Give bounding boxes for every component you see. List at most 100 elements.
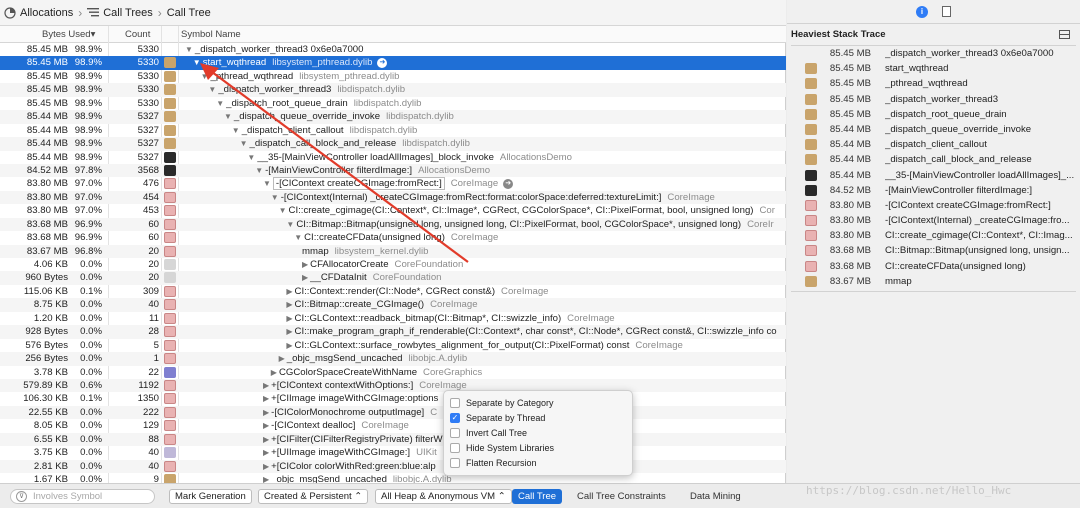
table-row[interactable]: 6.55 KB 0.0% 88 ▶ +[CIFilter(CIFilterRegistr… — [0, 432, 786, 447]
disclosure-collapsed-icon[interactable]: ▶ — [263, 421, 269, 430]
disclosure-expanded-icon[interactable]: ▼ — [263, 179, 271, 188]
table-row[interactable]: 576 Bytes 0.0% 5 ▶ CI::GLContext::surface_ro… — [0, 339, 786, 352]
disclosure-expanded-icon[interactable]: ▼ — [255, 166, 263, 175]
table-row[interactable]: 83.68 MB 96.9% 60 ▼ CI::createCFData(unsigne… — [0, 231, 786, 244]
stack-frame[interactable]: 83.67 MB mmap — [787, 274, 1080, 289]
disclosure-expanded-icon[interactable]: ▼ — [232, 126, 240, 135]
option-separate-by-thread[interactable]: ✓ Separate by Thread — [450, 410, 626, 425]
table-row[interactable]: 579.89 KB 0.6% 1192 ▶ +[CIContext contextWit… — [0, 378, 786, 393]
disclosure-expanded-icon[interactable]: ▼ — [224, 112, 232, 121]
lifespan-select[interactable]: Created & Persistent ⌃ — [258, 489, 369, 504]
table-row[interactable]: 3.78 KB 0.0% 22 ▶ CGColorSpaceCreateWithName… — [0, 366, 786, 379]
disclosure-expanded-icon[interactable]: ▼ — [271, 193, 279, 202]
allocation-type-select[interactable]: All Heap & Anonymous VM ⌃ — [375, 489, 512, 504]
split-view-icon[interactable] — [1059, 30, 1070, 39]
table-row[interactable]: 3.75 KB 0.0% 40 ▶ +[UIImage imageWithCGImage… — [0, 446, 786, 459]
tab-call-tree-constraints[interactable]: Call Tree Constraints — [571, 489, 672, 504]
disclosure-expanded-icon[interactable]: ▼ — [216, 99, 224, 108]
table-row[interactable]: 2.81 KB 0.0% 40 ▶ +[CIColor colorWithRed:gre… — [0, 459, 786, 473]
checkbox[interactable] — [450, 457, 460, 468]
disclosure-collapsed-icon[interactable]: ▶ — [263, 475, 269, 483]
disclosure-expanded-icon[interactable]: ▼ — [294, 233, 302, 242]
table-row[interactable]: 85.45 MB 98.9% 5330 ▼ _dispatch_root_queue_d… — [0, 97, 786, 110]
column-bytes-used[interactable]: Bytes Used▾ — [42, 29, 95, 40]
disclosure-collapsed-icon[interactable]: ▶ — [286, 314, 292, 323]
stack-frame[interactable]: 85.44 MB _dispatch_call_block_and_release — [787, 152, 1080, 167]
disclosure-collapsed-icon[interactable]: ▶ — [263, 435, 269, 444]
option-flatten-recursion[interactable]: Flatten Recursion — [450, 455, 626, 470]
table-row[interactable]: 83.80 MB 97.0% 453 ▼ CI::create_cgimage(CI::… — [0, 204, 786, 217]
disclosure-collapsed-icon[interactable]: ▶ — [286, 327, 292, 336]
table-row[interactable]: 85.45 MB 98.9% 5330 ▼ _dispatch_worker_threa… — [0, 43, 786, 56]
table-row[interactable]: 85.44 MB 98.9% 5327 ▼ _dispatch_client_callo… — [0, 124, 786, 137]
table-row[interactable]: 85.45 MB 98.9% 5330 ▼ _dispatch_worker_threa… — [0, 83, 786, 97]
stack-frame[interactable]: 83.68 MB CI::createCFData(unsigned long) — [787, 259, 1080, 274]
stack-frame[interactable]: 83.68 MB CI::Bitmap::Bitmap(unsigned long… — [787, 243, 1080, 258]
stack-frame[interactable]: 85.44 MB __35-[MainViewController loadAll… — [787, 168, 1080, 183]
disclosure-collapsed-icon[interactable]: ▶ — [271, 368, 277, 377]
table-row[interactable]: 85.44 MB 98.9% 5327 ▼ _dispatch_queue_overri… — [0, 110, 786, 124]
info-icon[interactable]: i — [916, 5, 928, 18]
stack-frame[interactable]: 85.45 MB _dispatch_worker_thread3 — [787, 92, 1080, 107]
table-row[interactable]: 85.44 MB 98.9% 5327 ▼ __35-[MainViewControll… — [0, 151, 786, 164]
table-row[interactable]: 960 Bytes 0.0% 20 ▶ __CFDataInit CoreFoundati… — [0, 271, 786, 285]
column-count[interactable]: Count — [125, 29, 150, 40]
disclosure-collapsed-icon[interactable]: ▶ — [263, 381, 269, 390]
stack-frame[interactable]: 85.45 MB start_wqthread — [787, 61, 1080, 76]
checkbox[interactable] — [450, 427, 460, 438]
jump-arrow-icon[interactable]: ➜ — [377, 57, 388, 68]
disclosure-collapsed-icon[interactable]: ▶ — [286, 287, 292, 296]
checkbox[interactable] — [450, 442, 460, 453]
table-row[interactable]: 83.80 MB 97.0% 476 ▼ -[CIContext createCGIma… — [0, 177, 786, 191]
stack-frame-root[interactable]: 85.45 MB _dispatch_worker_thread3 0x6e0a… — [787, 46, 1080, 61]
disclosure-collapsed-icon[interactable]: ▶ — [302, 260, 308, 269]
disclosure-collapsed-icon[interactable]: ▶ — [263, 448, 269, 457]
disclosure-collapsed-icon[interactable]: ▶ — [263, 408, 269, 417]
option-hide-system-libraries[interactable]: Hide System Libraries — [450, 440, 626, 455]
table-row[interactable]: 84.52 MB 97.8% 3568 ▼ -[MainViewController f… — [0, 163, 786, 178]
table-row[interactable]: 22.55 KB 0.0% 222 ▶ -[CIColorMonochrome outp… — [0, 405, 786, 420]
table-row[interactable]: 85.45 MB 98.9% 5330 ▼ _pthread_wqthread libsy… — [0, 70, 786, 83]
stack-frame[interactable]: 85.45 MB _dispatch_root_queue_drain — [787, 107, 1080, 122]
jump-arrow-icon[interactable]: ➜ — [503, 178, 514, 189]
table-row[interactable]: 8.75 KB 0.0% 40 ▶ CI::Bitmap::create_CGImage… — [0, 298, 786, 312]
disclosure-collapsed-icon[interactable]: ▶ — [286, 300, 292, 309]
option-invert-call-tree[interactable]: Invert Call Tree — [450, 425, 626, 440]
table-row[interactable]: 1.67 KB 0.0% 9 ▶ _objc_msgSend_uncached libob… — [0, 473, 786, 483]
mark-generation-button[interactable]: Mark Generation — [169, 489, 252, 504]
stack-frame[interactable]: 85.45 MB _pthread_wqthread — [787, 76, 1080, 91]
checkbox[interactable]: ✓ — [450, 412, 460, 423]
document-icon[interactable] — [942, 6, 951, 17]
table-row[interactable]: 83.80 MB 97.0% 454 ▼ -[CIContext(Internal) _… — [0, 190, 786, 205]
breadcrumb-call-tree[interactable]: Call Tree — [167, 7, 211, 19]
breadcrumb-allocations[interactable]: Allocations — [4, 7, 73, 19]
table-row[interactable]: 106.30 KB 0.1% 1350 ▶ +[CIImage imageWithCGI… — [0, 392, 786, 405]
disclosure-expanded-icon[interactable]: ▼ — [286, 220, 294, 229]
stack-frame[interactable]: 85.44 MB _dispatch_client_callout — [787, 137, 1080, 152]
stack-frame[interactable]: 83.80 MB -[CIContext createCGImage:fromRe… — [787, 198, 1080, 213]
disclosure-collapsed-icon[interactable]: ▶ — [286, 341, 292, 350]
table-row[interactable]: 1.20 KB 0.0% 11 ▶ CI::GLContext::readback_bi… — [0, 312, 786, 325]
disclosure-expanded-icon[interactable]: ▼ — [185, 45, 193, 54]
table-row[interactable]: 115.06 KB 0.1% 309 ▶ CI::Context::render(CI:… — [0, 285, 786, 298]
disclosure-collapsed-icon[interactable]: ▶ — [263, 462, 269, 471]
disclosure-expanded-icon[interactable]: ▼ — [201, 72, 209, 81]
tab-call-tree[interactable]: Call Tree — [512, 489, 563, 504]
table-row[interactable]: 85.45 MB 98.9% 5330 ▼ start_wqthread libsyste… — [0, 56, 786, 70]
table-row[interactable]: 83.67 MB 96.8% 20 mmap libsystem_kernel.dyli… — [0, 244, 786, 258]
disclosure-expanded-icon[interactable]: ▼ — [193, 58, 201, 67]
column-symbol-name[interactable]: Symbol Name — [181, 29, 241, 40]
table-row[interactable]: 85.44 MB 98.9% 5327 ▼ _dispatch_call_block_a… — [0, 137, 786, 151]
disclosure-expanded-icon[interactable]: ▼ — [247, 153, 255, 162]
table-row[interactable]: 4.06 KB 0.0% 20 ▶ CFAllocatorCreate CoreFound… — [0, 258, 786, 271]
stack-frame[interactable]: 83.80 MB CI::create_cgimage(CI::Context*,… — [787, 228, 1080, 243]
stack-frame[interactable]: 84.52 MB -[MainViewController filterdImag… — [787, 183, 1080, 198]
option-separate-by-category[interactable]: Separate by Category — [450, 395, 626, 410]
disclosure-collapsed-icon[interactable]: ▶ — [263, 394, 269, 403]
stack-frame[interactable]: 85.44 MB _dispatch_queue_override_invoke — [787, 122, 1080, 137]
checkbox[interactable] — [450, 397, 460, 408]
disclosure-expanded-icon[interactable]: ▼ — [208, 85, 216, 94]
involves-symbol-filter[interactable]: ⊽ Involves Symbol — [10, 489, 155, 504]
disclosure-collapsed-icon[interactable]: ▶ — [279, 354, 285, 363]
table-row[interactable]: 256 Bytes 0.0% 1 ▶ _objc_msgSend_uncached lib… — [0, 352, 786, 366]
